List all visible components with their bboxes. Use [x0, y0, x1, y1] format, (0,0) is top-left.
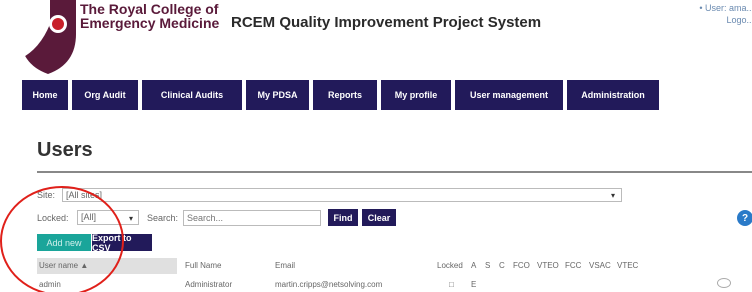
nav-my-profile[interactable]: My profile — [381, 80, 451, 110]
column-header-vsac[interactable]: VSAC — [589, 258, 611, 274]
site-select[interactable]: [All sites] ▾ — [62, 188, 622, 202]
table-header: User name ▲ Full Name Email Locked A S C… — [37, 258, 752, 274]
user-info[interactable]: • User: ama... Logo... — [699, 2, 752, 26]
locked-checkbox[interactable]: □ — [449, 280, 454, 289]
nav-clinical-audits[interactable]: Clinical Audits — [142, 80, 242, 110]
nav-reports[interactable]: Reports — [313, 80, 377, 110]
column-header-vteo[interactable]: VTEO — [537, 258, 559, 274]
locked-label: Locked: — [37, 213, 69, 223]
nav-home[interactable]: Home — [22, 80, 68, 110]
add-new-button[interactable]: Add new — [37, 234, 91, 251]
cell-full-name: Administrator — [185, 280, 233, 289]
column-header-s[interactable]: S — [485, 258, 490, 274]
cell-username[interactable]: admin — [39, 280, 61, 289]
column-header-locked[interactable]: Locked — [437, 258, 463, 274]
page-header: The Royal College of Emergency Medicine … — [0, 0, 752, 76]
site-label: Site: — [37, 190, 56, 200]
column-header-username[interactable]: User name ▲ — [37, 258, 177, 274]
nav-my-pdsa[interactable]: My PDSA — [246, 80, 309, 110]
cell-email: martin.cripps@netsolving.com — [275, 280, 383, 289]
column-header-email[interactable]: Email — [275, 258, 295, 274]
column-header-vtec[interactable]: VTEC — [617, 258, 638, 274]
locked-select[interactable]: [All] ▾ — [77, 210, 139, 225]
cell-a: E — [471, 280, 477, 289]
column-header-fco[interactable]: FCO — [513, 258, 530, 274]
column-header-fcc[interactable]: FCC — [565, 258, 581, 274]
column-header-full-name[interactable]: Full Name — [185, 258, 221, 274]
system-title: RCEM Quality Improvement Project System — [231, 14, 542, 31]
table-row[interactable]: admin Administrator martin.cripps@netsol… — [37, 278, 752, 292]
nav-user-management[interactable]: User management — [455, 80, 563, 110]
rcem-logo-icon — [20, 0, 76, 74]
edit-icon[interactable] — [717, 278, 731, 288]
title-divider — [37, 171, 752, 173]
nav-administration[interactable]: Administration — [567, 80, 659, 110]
search-label: Search: — [147, 213, 179, 223]
column-header-c[interactable]: C — [499, 258, 505, 274]
search-input[interactable] — [183, 210, 321, 226]
main-nav: Home Org Audit Clinical Audits My PDSA R… — [22, 80, 752, 110]
find-button[interactable]: Find — [328, 209, 358, 226]
chevron-down-icon: ▾ — [610, 191, 615, 200]
page-title: Users — [37, 139, 93, 161]
export-csv-button[interactable]: Export to CSV — [92, 233, 152, 253]
help-icon[interactable]: ? — [737, 210, 752, 226]
college-name: The Royal College of Emergency Medicine — [80, 1, 220, 31]
chevron-down-icon: ▾ — [128, 214, 133, 223]
nav-org-audit[interactable]: Org Audit — [72, 80, 138, 110]
clear-button[interactable]: Clear — [362, 209, 396, 226]
column-header-a[interactable]: A — [471, 258, 476, 274]
